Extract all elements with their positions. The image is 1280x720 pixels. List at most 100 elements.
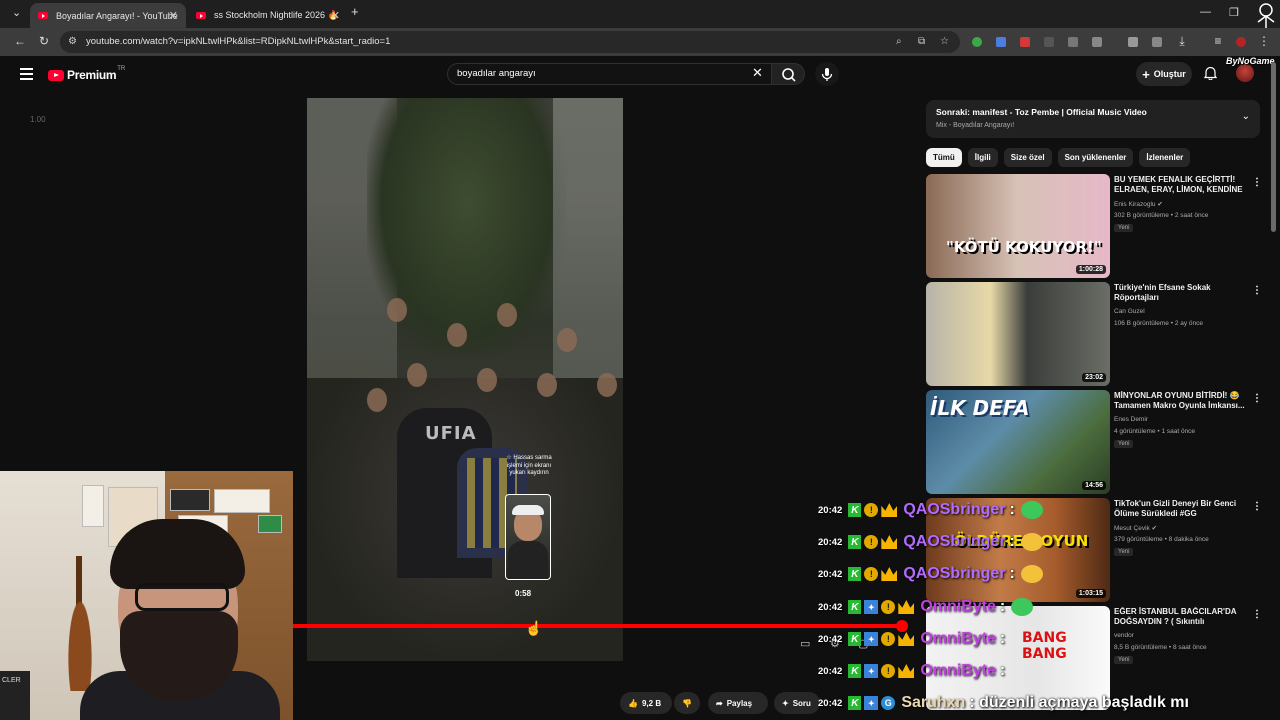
voice-search-button[interactable] — [815, 62, 839, 86]
bynogame-brand: ByNoGame — [1226, 56, 1275, 66]
reading-mode-icon[interactable] — [1128, 37, 1138, 47]
youtube-favicon-icon — [38, 12, 48, 19]
chrome-menu-icon[interactable]: ⋮ — [1256, 34, 1272, 48]
kick-badge-icon: K — [848, 600, 862, 614]
subtitles-icon[interactable]: ▭ — [800, 637, 810, 650]
video-title[interactable]: TikTok'un Gizli Deneyi Bir Genci Ölüme S… — [1114, 499, 1250, 520]
page-scrollbar[interactable] — [1271, 62, 1276, 232]
profile-avatar[interactable] — [1236, 37, 1246, 47]
close-tab-icon[interactable]: ✕ — [169, 9, 178, 22]
video-player[interactable]: UFIA — [307, 98, 623, 661]
extension-icon[interactable] — [1044, 37, 1054, 47]
browser-tab-bar: ⌄ Boyadılar Angarayı! - YouTube ✕ ss Sto… — [0, 0, 1280, 37]
kick-badge-icon: K — [848, 535, 862, 549]
channel-name[interactable]: Enis Kirazoglu ✔ — [1114, 200, 1163, 208]
tab-youtube[interactable]: Boyadılar Angarayı! - YouTube ✕ — [30, 3, 186, 28]
recommendation-item[interactable]: İLK DEFA 14:56 MİNYONLAR OYUNU BİTİRDİ! … — [926, 390, 1266, 494]
more-options-icon[interactable]: ⋮ — [1252, 285, 1262, 296]
new-badge: Yeni — [1114, 548, 1134, 556]
browser-toolbar: ← ↻ ⚙ youtube.com/watch?v=ipkNLtwlHPk&li… — [0, 28, 1280, 56]
search-button[interactable] — [771, 63, 805, 85]
video-title[interactable]: EĞER İSTANBUL BAĞCILAR'DA DOĞSAYDIN ? ( … — [1114, 607, 1250, 629]
duration-badge: 23:02 — [1082, 373, 1106, 382]
progress-bar[interactable] — [293, 620, 908, 632]
extension-icon[interactable] — [1020, 37, 1030, 47]
clear-search-icon[interactable]: ✕ — [752, 65, 763, 81]
extensions-puzzle-icon[interactable] — [1092, 37, 1102, 47]
video-title[interactable]: MİNYONLAR OYUNU BİTİRDİ! 😂 Tamamen Makro… — [1114, 391, 1250, 412]
bookmark-star-icon[interactable]: ☆ — [940, 36, 949, 47]
chat-message: 20:42 K ! QAOSbringer : — [818, 531, 1043, 553]
tab-search-icon[interactable]: ⌄ — [12, 6, 21, 19]
more-options-icon[interactable]: ⋮ — [1252, 393, 1262, 404]
ask-button[interactable]: ✦ Soru — [774, 692, 820, 714]
account-avatar[interactable] — [1236, 64, 1254, 82]
translate-icon[interactable] — [1152, 37, 1162, 47]
new-badge: Yeni — [1114, 656, 1134, 664]
chat-username: QAOSbringer — [903, 533, 1006, 550]
recommendation-item[interactable]: 23:02 Türkiye'nin Efsane Sokak Röportajl… — [926, 282, 1266, 386]
site-info-icon[interactable]: ⚙ — [68, 36, 77, 47]
download-icon[interactable]: ⤓ — [1174, 34, 1190, 49]
chat-username: OmniByte — [920, 598, 996, 615]
tab-stockholm[interactable]: ss Stockholm Nightlife 2026 🔥 ✕ — [188, 3, 348, 28]
chip-all[interactable]: Tümü — [926, 148, 962, 167]
video-thumbnail[interactable]: İLK DEFA 14:56 — [926, 390, 1110, 494]
minimize-icon[interactable]: — — [1200, 6, 1211, 18]
channel-name[interactable]: Mesut Çevik ✔ — [1114, 524, 1157, 532]
channel-name[interactable]: Enes Demir — [1114, 416, 1148, 423]
more-options-icon[interactable]: ⋮ — [1252, 501, 1262, 512]
dislike-button[interactable]: 👎 — [674, 692, 700, 714]
youtube-play-icon — [48, 69, 64, 81]
channel-name[interactable]: Can Guzel — [1114, 308, 1145, 315]
menu-icon[interactable] — [20, 68, 33, 80]
channel-name[interactable]: vendor — [1114, 632, 1134, 639]
logo-text: Premium — [67, 68, 117, 82]
back-icon[interactable]: ← — [12, 34, 28, 48]
reload-icon[interactable]: ↻ — [36, 34, 52, 48]
more-options-icon[interactable]: ⋮ — [1252, 609, 1262, 620]
crown-badge-icon — [881, 503, 898, 517]
video-meta: 302 B görüntüleme • 2 saat önce — [1114, 212, 1209, 219]
video-meta: 4 görüntüleme • 1 saat önce — [1114, 428, 1196, 435]
chevron-down-icon[interactable]: ⌄ — [1242, 111, 1250, 122]
duration-badge: 1:03:15 — [1075, 589, 1106, 598]
address-bar[interactable]: ⚙ youtube.com/watch?v=ipkNLtwlHPk&list=R… — [60, 31, 960, 53]
chat-text: : — [1009, 501, 1015, 518]
extension-icon[interactable] — [1068, 37, 1078, 47]
extension-icon[interactable] — [996, 37, 1006, 47]
video-thumbnail[interactable]: "KÖTÜ KOKUYOR!" 1:00:28 — [926, 174, 1110, 278]
chat-message: 20:42 K ✦ ! OmniByte : — [818, 596, 1034, 618]
more-options-icon[interactable]: ⋮ — [1252, 177, 1262, 188]
tab-groups-icon[interactable]: ≡ — [1210, 34, 1226, 48]
like-button[interactable]: 👍 9,2 B — [620, 692, 672, 714]
chip-for-you[interactable]: Size özel — [1003, 148, 1052, 167]
hand-cursor-icon: ☝ — [525, 620, 543, 636]
install-icon[interactable]: ⧉ — [918, 36, 925, 47]
chat-time: 20:42 — [818, 601, 843, 613]
up-next-card[interactable]: Sonraki: manifest - Toz Pembe | Official… — [926, 100, 1260, 138]
crown-badge-icon — [881, 567, 898, 581]
chip-related[interactable]: İlgili — [967, 148, 998, 167]
video-title[interactable]: BU YEMEK FENALIK GEÇİRTTİ! ELRAEN, ERAY,… — [1114, 175, 1250, 197]
scrub-preview-thumbnail — [505, 494, 551, 580]
recommendation-item[interactable]: "KÖTÜ KOKUYOR!" 1:00:28 BU YEMEK FENALIK… — [926, 174, 1266, 278]
chat-username: OmniByte — [920, 662, 996, 679]
new-tab-button[interactable]: + — [351, 4, 359, 19]
share-button[interactable]: ➦ Paylaş — [708, 692, 768, 714]
chip-recent[interactable]: Son yüklenenler — [1057, 148, 1134, 167]
youtube-logo[interactable]: Premium TR — [48, 66, 125, 82]
thumbs-down-icon: 👎 — [682, 698, 692, 708]
create-button[interactable]: + Oluştur — [1136, 62, 1192, 86]
zoom-icon[interactable]: ⌕ — [896, 36, 902, 47]
close-tab-icon[interactable]: ✕ — [331, 9, 340, 22]
video-title[interactable]: Türkiye'nin Efsane Sokak Röportajları — [1114, 283, 1250, 304]
maximize-icon[interactable]: ❐ — [1229, 6, 1239, 19]
extension-icon[interactable] — [972, 37, 982, 47]
notifications-bell-icon[interactable] — [1203, 66, 1218, 81]
webcam-corner-text: CLER — [2, 677, 21, 684]
video-thumbnail[interactable]: 23:02 — [926, 282, 1110, 386]
chip-watched[interactable]: İzlenenler — [1139, 148, 1191, 167]
webcam-poster — [214, 489, 270, 513]
gift-badge-icon: ✦ — [864, 664, 879, 678]
